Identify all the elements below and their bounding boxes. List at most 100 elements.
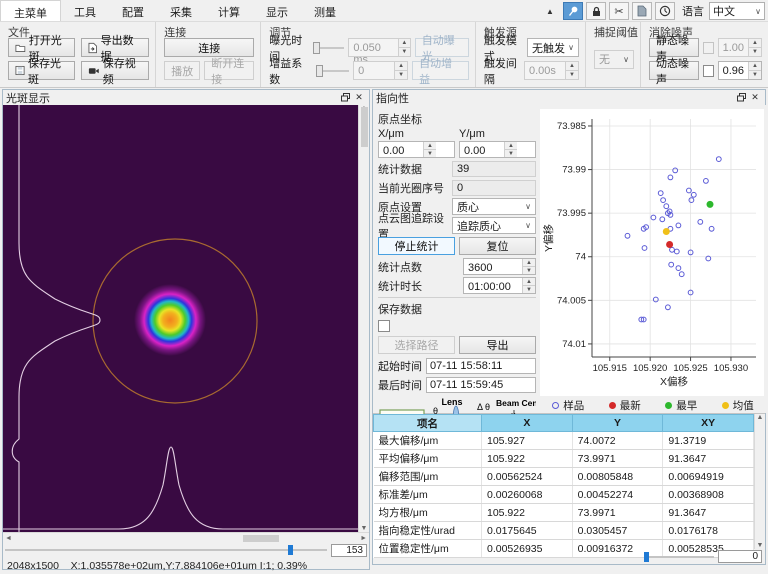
table-row[interactable]: 均方根/μm105.92273.997191.3647 [374,504,754,522]
float-panel-icon[interactable] [734,92,748,104]
spin-up-icon[interactable]: ▲ [566,62,578,71]
spin-up-icon[interactable]: ▲ [505,142,517,150]
pin-icon[interactable] [563,2,583,20]
start-time-value: 07-11 15:58:11 [426,358,536,374]
lock-icon[interactable] [586,2,606,20]
spin-up-icon[interactable]: ▲ [523,259,535,267]
colormap-threshold-value[interactable]: 153 [331,544,367,557]
stat-points-spinner[interactable]: 3600 ▲▼ [463,258,536,275]
scroll-left-icon[interactable]: ◄ [3,535,14,542]
menu-tab-main[interactable]: 主菜单 [0,0,61,21]
spin-down-icon[interactable]: ▼ [749,71,761,79]
table-header[interactable]: 项名 [374,415,482,432]
table-row[interactable]: 偏移范围/μm0.005625240.008058480.00694919 [374,468,754,486]
language-select[interactable]: 中文∨ [709,2,765,20]
select-path-button[interactable]: 选择路径 [378,336,455,354]
table-page-slider[interactable] [644,552,714,562]
save-video-button[interactable]: 保存视频 [81,61,149,80]
static-noise-checkbox[interactable] [703,42,713,54]
spin-down-icon[interactable]: ▼ [523,286,535,293]
float-panel-icon[interactable] [338,92,352,104]
spin-up-icon[interactable]: ▲ [523,278,535,286]
spin-down-icon[interactable]: ▼ [424,150,436,157]
y-tick-label: 74.01 [562,339,586,350]
scroll-down-icon[interactable]: ▼ [755,542,766,549]
collapse-ribbon-icon[interactable]: ▲ [540,2,560,20]
exposure-spinner[interactable]: 0.050 ms ▲▼ [348,38,410,57]
export-button[interactable]: 导出 [459,336,536,354]
exposure-slider[interactable] [313,42,344,54]
legend-item: 样品 [552,398,584,413]
static-noise-spinner[interactable]: 1.00 ▲▼ [718,38,762,57]
table-header[interactable]: Y [572,415,663,432]
spin-up-icon[interactable]: ▲ [395,62,407,71]
table-row[interactable]: 标准差/μm0.002600680.004522740.00368908 [374,486,754,504]
spin-down-icon[interactable]: ▼ [523,267,535,274]
spin-down-icon[interactable]: ▼ [399,48,410,56]
close-panel-icon[interactable]: ✕ [352,92,366,104]
scatter-plot[interactable]: 105.915105.920105.925105.93073.98573.997… [540,109,764,393]
table-vertical-scrollbar[interactable]: ▲ ▼ [754,414,765,549]
chevron-down-icon: ∨ [623,55,629,64]
scroll-up-icon[interactable]: ▲ [755,414,766,421]
table-cell: 0.0175645 [482,522,573,540]
colormap-threshold-slider[interactable] [5,545,327,555]
scissors-icon[interactable]: ✂ [609,2,629,20]
beam-vertical-scrollbar[interactable]: ▲ ▼ [358,105,369,532]
menu-tab-tools[interactable]: 工具 [61,0,109,21]
stop-statistics-button[interactable]: 停止统计 [378,237,455,255]
table-cell: 73.9971 [572,450,663,468]
table-page-value[interactable]: 0 [718,550,762,563]
disconnect-button[interactable]: 断开连接 [204,61,254,80]
menu-tab-config[interactable]: 配置 [109,0,157,21]
scroll-right-icon[interactable]: ► [358,535,369,542]
spin-up-icon[interactable]: ▲ [749,62,761,71]
table-row[interactable]: 指向稳定性/urad0.01756450.03054570.0176178 [374,522,754,540]
origin-y-spinner[interactable]: 0.00 ▲▼ [459,141,536,158]
reset-button[interactable]: 复位 [459,237,536,255]
save-data-checkbox[interactable] [378,320,390,332]
auto-gain-button[interactable]: 自动增益 [412,61,469,80]
stat-duration-label: 统计时长 [378,278,463,294]
spin-up-icon[interactable]: ▲ [424,142,436,150]
capture-threshold-select[interactable]: 无∨ [594,50,634,69]
spin-up-icon[interactable]: ▲ [749,39,761,48]
menu-tab-measure[interactable]: 测量 [301,0,349,21]
menu-tab-acquire[interactable]: 采集 [157,0,205,21]
gain-spinner[interactable]: 0 ▲▼ [353,61,408,80]
clock-icon[interactable] [655,2,675,20]
beam-image[interactable] [3,105,358,532]
table-header[interactable]: X [482,415,573,432]
trigger-mode-select[interactable]: 无触发∨ [527,38,579,57]
play-button[interactable]: 播放 [164,61,200,80]
dynamic-noise-checkbox[interactable] [703,65,713,77]
spin-down-icon[interactable]: ▼ [749,48,761,56]
spin-down-icon[interactable]: ▼ [566,71,578,79]
dynamic-noise-spinner[interactable]: 0.96 ▲▼ [718,61,762,80]
spin-up-icon[interactable]: ▲ [399,39,410,48]
stat-points-label: 统计点数 [378,259,463,275]
table-cell: 91.3647 [663,504,754,522]
stat-duration-spinner[interactable]: 01:00:00 ▲▼ [463,277,536,294]
gain-slider[interactable] [316,65,349,77]
gain-label: 增益系数 [269,55,312,87]
origin-setting-select[interactable]: 质心∨ [452,198,536,215]
cloud-tracking-select[interactable]: 追踪质心∨ [452,217,536,234]
spin-down-icon[interactable]: ▼ [395,71,407,79]
scroll-down-icon[interactable]: ▼ [359,525,370,532]
save-file-icon[interactable] [632,2,652,20]
menu-tab-compute[interactable]: 计算 [205,0,253,21]
table-header[interactable]: XY [663,415,754,432]
spin-down-icon[interactable]: ▼ [505,150,517,157]
table-row[interactable]: 平均偏移/μm105.92273.997191.3647 [374,450,754,468]
close-panel-icon[interactable]: ✕ [748,92,762,104]
table-cell: 0.00562524 [482,468,573,486]
origin-x-spinner[interactable]: 0.00 ▲▼ [378,141,455,158]
legend-marker-icon [665,402,672,409]
table-row[interactable]: 最大偏移/μm105.92774.007291.3719 [374,432,754,450]
menu-tab-display[interactable]: 显示 [253,0,301,21]
dynamic-noise-button[interactable]: 动态噪声 [649,61,699,80]
beam-horizontal-scrollbar[interactable]: ◄ ► [3,532,369,543]
trigger-interval-spinner[interactable]: 0.00s ▲▼ [524,61,579,80]
save-spot-button[interactable]: 保存光斑 [8,61,75,80]
